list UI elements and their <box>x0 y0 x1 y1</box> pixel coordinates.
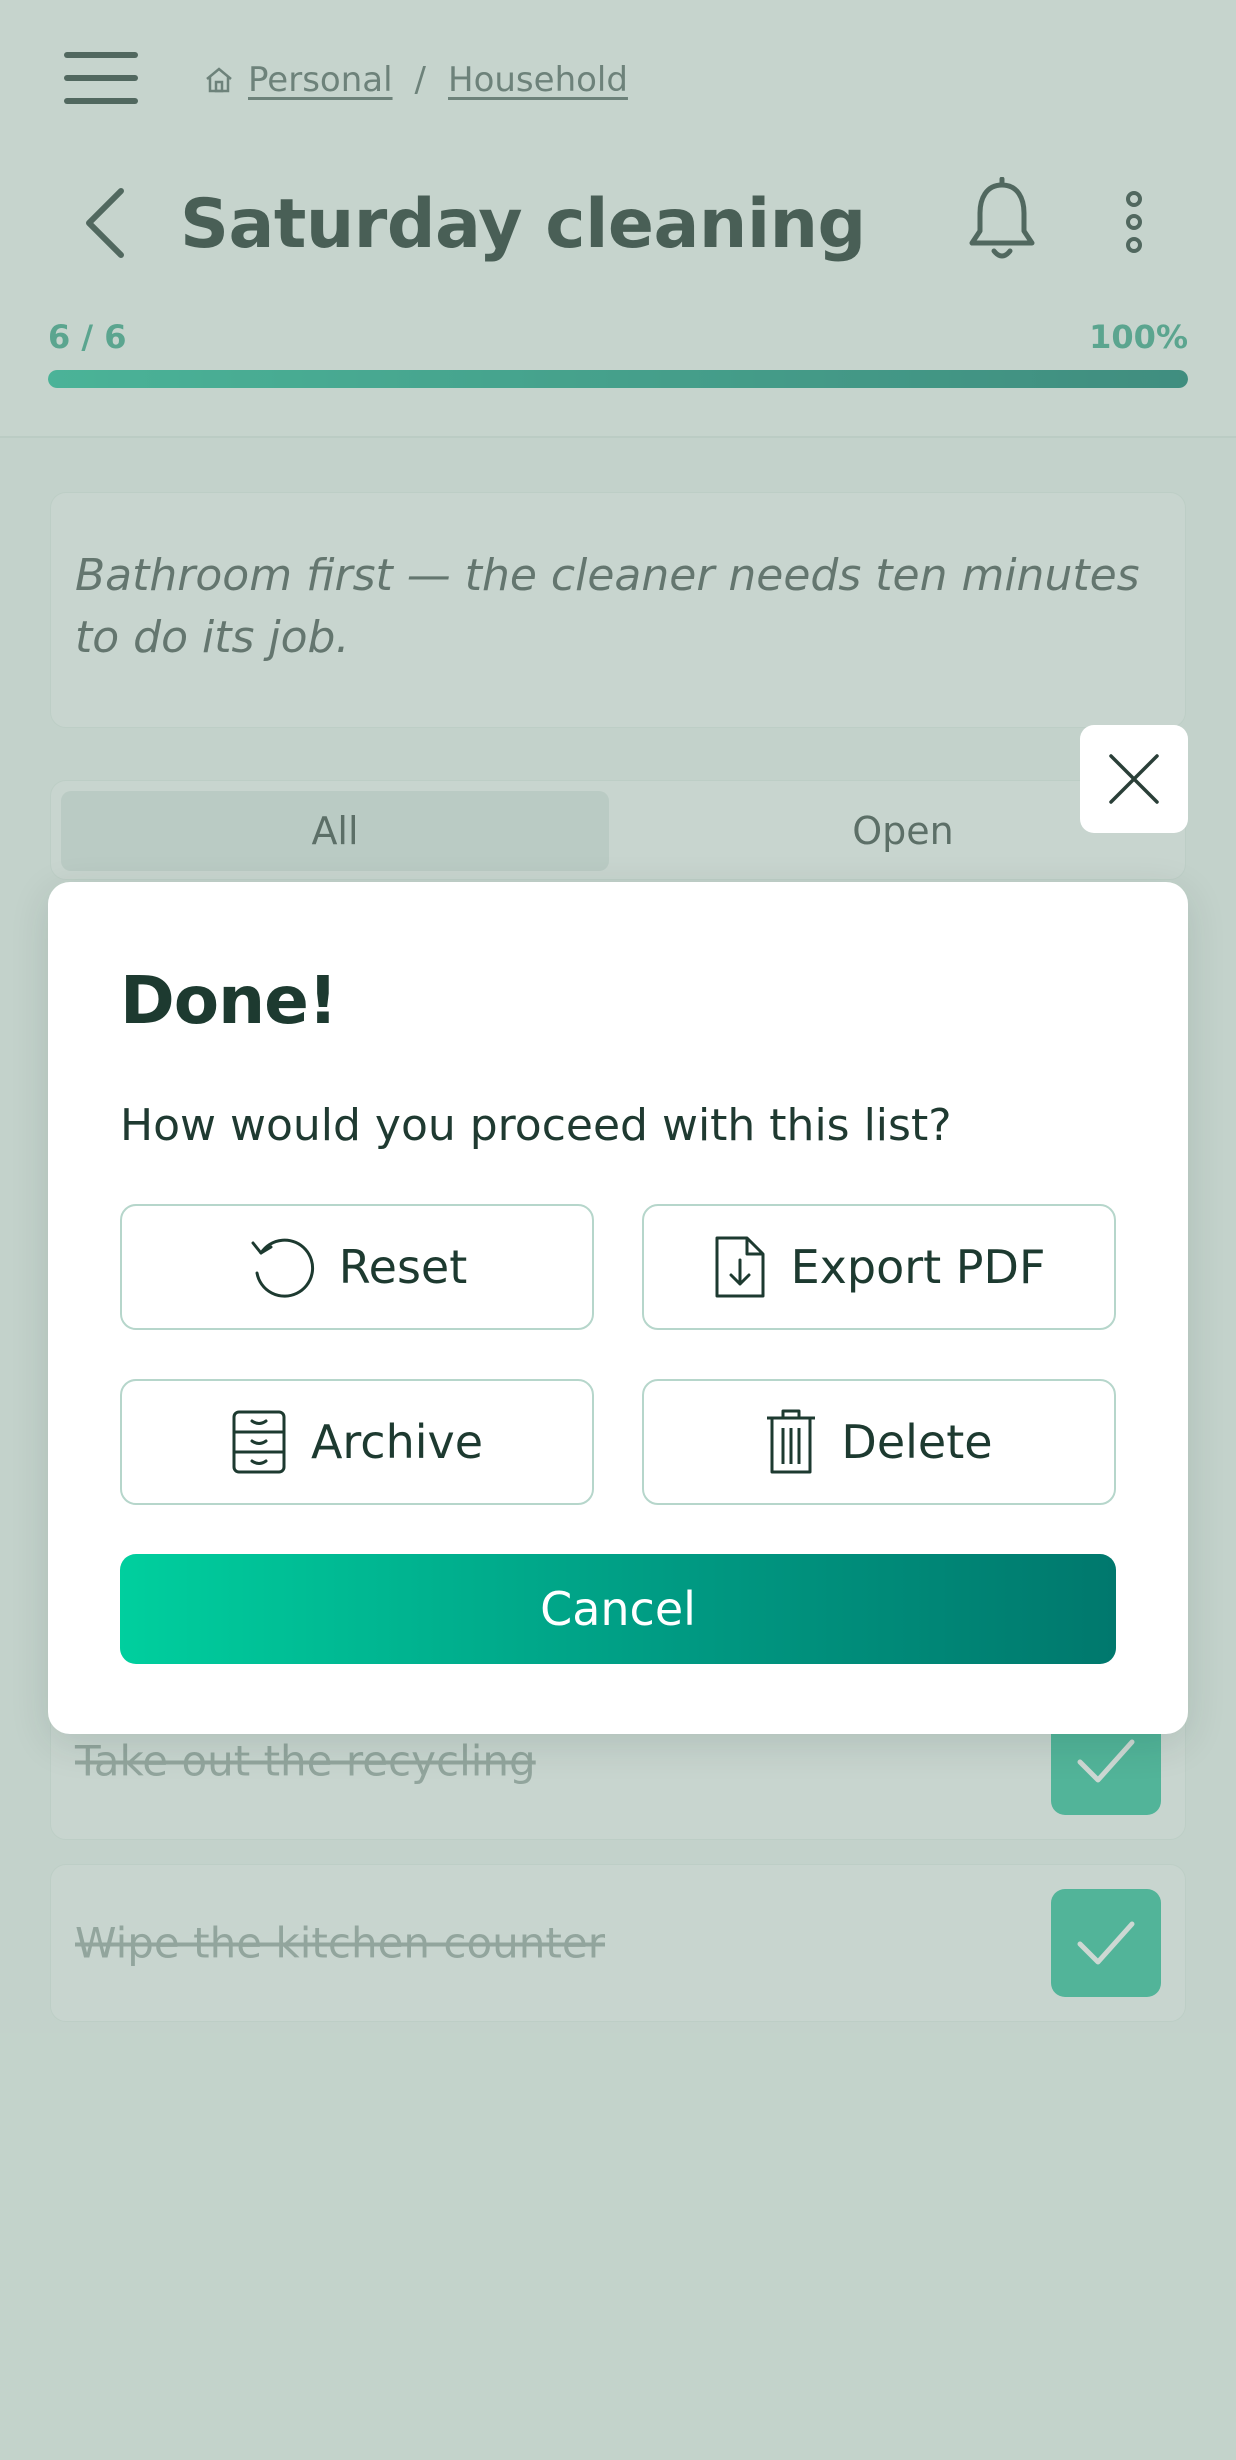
archive-icon <box>231 1409 287 1475</box>
export-pdf-button-label: Export PDF <box>790 1240 1046 1294</box>
reset-button[interactable]: Reset <box>120 1204 594 1330</box>
dialog-message: How would you proceed with this list? <box>120 1100 952 1151</box>
archive-button-label: Archive <box>310 1415 484 1469</box>
close-icon[interactable] <box>1080 725 1188 833</box>
file-download-icon <box>713 1234 767 1300</box>
reset-button-label: Reset <box>338 1240 468 1294</box>
archive-button[interactable]: Archive <box>120 1379 594 1505</box>
delete-button[interactable]: Delete <box>642 1379 1116 1505</box>
export-pdf-button[interactable]: Export PDF <box>642 1204 1116 1330</box>
delete-button-label: Delete <box>841 1415 993 1469</box>
reset-icon <box>247 1233 315 1301</box>
completion-dialog: Done! How would you proceed with this li… <box>48 882 1188 1734</box>
cancel-button[interactable]: Cancel <box>120 1554 1116 1664</box>
trash-icon <box>765 1408 817 1476</box>
dialog-title: Done! <box>120 962 338 1039</box>
